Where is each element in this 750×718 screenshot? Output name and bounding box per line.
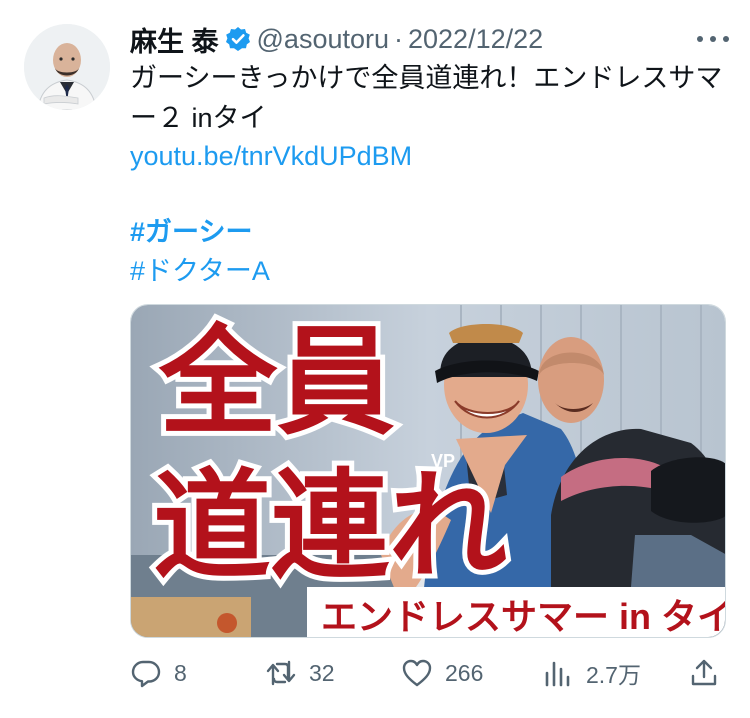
hashtag-link[interactable]: #ドクターA <box>130 251 270 291</box>
views-icon <box>545 661 570 687</box>
action-bar: 8 32 266 2.7万 <box>130 650 730 696</box>
hashtag-link[interactable]: #ガーシー <box>130 212 252 252</box>
share-button[interactable] <box>688 650 720 696</box>
like-count: 266 <box>445 659 484 686</box>
share-icon <box>691 659 717 686</box>
reply-count: 8 <box>174 659 187 686</box>
verified-badge-icon <box>225 26 251 52</box>
tweet[interactable]: 麻生 泰 @asoutoru · 2022/12/22 ガーシーきっかけで全員道… <box>0 0 750 718</box>
more-icon[interactable] <box>693 26 733 52</box>
retweet-button[interactable]: 32 <box>265 650 335 696</box>
display-name[interactable]: 麻生 泰 <box>130 20 219 59</box>
headline-line2: 道連れ <box>153 462 507 593</box>
reply-icon <box>131 660 161 688</box>
retweet-count: 32 <box>309 659 335 686</box>
like-button[interactable]: 266 <box>401 650 483 696</box>
views-button[interactable]: 2.7万 <box>542 650 641 696</box>
tweet-header: 麻生 泰 @asoutoru · 2022/12/22 <box>130 20 543 59</box>
video-thumbnail[interactable]: VP 全員 道連れ エンドレスサマー in タイ <box>130 304 726 638</box>
retweet-icon <box>266 660 296 686</box>
separator-dot: · <box>394 23 403 54</box>
tweet-text: ガーシーきっかけで全員道連れ！エンドレスサマー２ inタイ <box>130 63 723 133</box>
views-count: 2.7万 <box>586 662 641 688</box>
user-handle[interactable]: @asoutoru <box>257 24 389 55</box>
tweet-date[interactable]: 2022/12/22 <box>408 24 543 55</box>
headline-line1: 全員 <box>158 318 395 449</box>
tweet-link[interactable]: youtu.be/tnrVkdUPdBM <box>130 136 412 176</box>
thumbnail-banner: エンドレスサマー in タイ <box>321 596 726 637</box>
avatar[interactable] <box>24 24 110 110</box>
thumbnail-image: VP 全員 道連れ エンドレスサマー in タイ <box>131 305 726 637</box>
reply-button[interactable]: 8 <box>130 650 187 696</box>
like-icon <box>402 659 432 687</box>
